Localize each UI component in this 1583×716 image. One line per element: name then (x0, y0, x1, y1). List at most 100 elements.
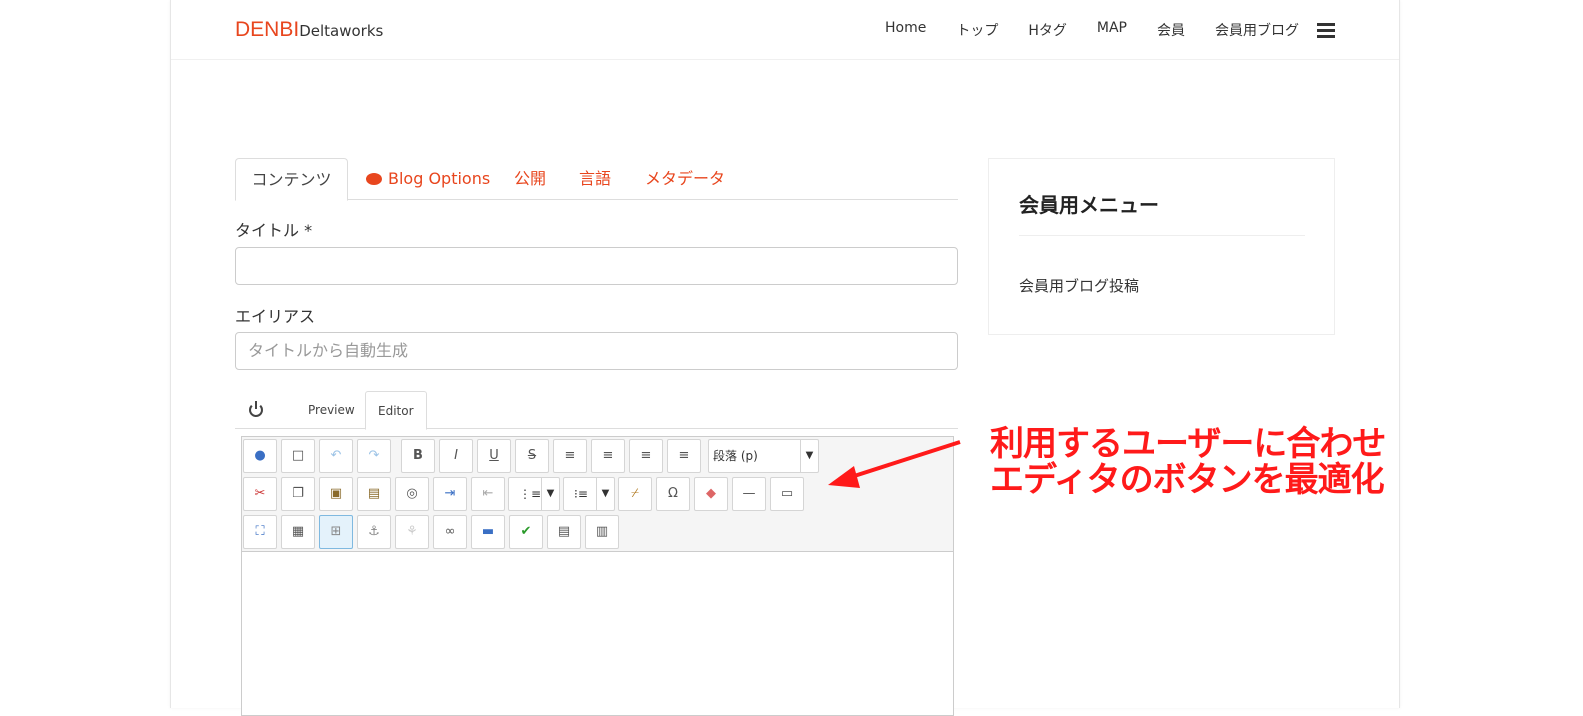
undo-icon: ↶ (330, 448, 342, 463)
ordered-list-button[interactable]: ⋮≡ ▼ (508, 477, 560, 511)
cut-button[interactable]: ✂ (243, 477, 277, 511)
clear-format-button[interactable]: ⌿ (618, 477, 652, 511)
align-right-button[interactable]: ≡ (667, 439, 701, 473)
chevron-down-icon: ▼ (596, 478, 614, 510)
find-button[interactable]: ◎ (395, 477, 429, 511)
fullscreen-button[interactable]: ⛶ (243, 515, 277, 549)
unlink-icon: ⚘ (406, 524, 418, 539)
omega-icon: Ω (668, 486, 678, 501)
italic-button[interactable]: I (439, 439, 473, 473)
editor-tabs: Preview Editor (235, 391, 958, 430)
new-document-button[interactable]: □ (281, 439, 315, 473)
tab-metadata[interactable]: メタデータ (645, 158, 725, 200)
bullet-list-icon: ⁝≡ (574, 487, 588, 501)
member-blog-post-link[interactable]: 会員用ブログ投稿 (1019, 275, 1139, 296)
ordered-list-icon: ⋮≡ (519, 487, 542, 501)
redo-icon: ↷ (368, 448, 380, 463)
nav-top[interactable]: トップ (956, 20, 998, 40)
bullet-list-button[interactable]: ⁝≡ ▼ (563, 477, 615, 511)
redo-button[interactable]: ↷ (357, 439, 391, 473)
paste-text-button[interactable]: ▤ (357, 477, 391, 511)
nav-home[interactable]: Home (885, 20, 926, 40)
justify-icon: ≡ (564, 448, 576, 463)
chevron-down-icon: ▼ (541, 478, 559, 510)
alias-label: エイリアス (235, 307, 316, 326)
copy-button[interactable]: ❐ (281, 477, 315, 511)
member-menu-panel: 会員用メニュー 会員用ブログ投稿 (988, 158, 1335, 335)
alias-input[interactable]: タイトルから自動生成 (235, 332, 958, 370)
eraser-button[interactable]: ◆ (694, 477, 728, 511)
undo-button[interactable]: ↶ (319, 439, 353, 473)
indent-button[interactable]: ⇥ (433, 477, 467, 511)
cut-icon: ✂ (254, 486, 266, 501)
template-icon: ▭ (780, 486, 794, 501)
tab-content[interactable]: コンテンツ (235, 158, 348, 201)
print-button[interactable]: ▦ (281, 515, 315, 549)
anchor-button[interactable]: ⚓ (357, 515, 391, 549)
underline-button[interactable]: U (477, 439, 511, 473)
page-container: DENBIDeltaworks Home トップ Hタグ MAP 会員 会員用ブ… (170, 0, 1400, 716)
underline-icon: U (489, 448, 499, 463)
table-button[interactable]: ▤ (547, 515, 581, 549)
template-button[interactable]: ▭ (770, 477, 804, 511)
format-select[interactable]: 段落 (p) ▼ (708, 439, 819, 473)
spellcheck-button[interactable]: ✔ (509, 515, 543, 549)
tab-blog-options[interactable]: Blog Options (366, 158, 490, 200)
annotation-line-2: エディタのボタンを最適化 (990, 460, 1385, 500)
fullscreen-icon: ⛶ (255, 524, 265, 539)
tab-language[interactable]: 言語 (579, 158, 611, 200)
align-center-button[interactable]: ≡ (591, 439, 625, 473)
member-menu-title: 会員用メニュー (1019, 193, 1159, 217)
align-left-button[interactable]: ≡ (629, 439, 663, 473)
title-label: タイトル * (235, 221, 313, 240)
nav-member[interactable]: 会員 (1157, 20, 1185, 40)
power-icon[interactable] (249, 401, 263, 417)
horizontal-rule-button[interactable]: — (732, 477, 766, 511)
nav-htag[interactable]: Hタグ (1028, 20, 1067, 40)
binoculars-icon: ◎ (406, 486, 418, 501)
tab-publish[interactable]: 公開 (514, 158, 546, 200)
format-select-value: 段落 (p) (713, 449, 758, 463)
tab-preview[interactable]: Preview (308, 391, 355, 429)
justify-button[interactable]: ≡ (553, 439, 587, 473)
annotation-arrow-icon (828, 440, 961, 488)
new-document-icon: □ (291, 448, 305, 463)
title-input[interactable] (235, 247, 958, 285)
content-tabs: コンテンツ Blog Options 公開 言語 メタデータ (235, 158, 958, 201)
chevron-down-icon: ▼ (800, 440, 818, 472)
unlink-button[interactable]: ⚘ (395, 515, 429, 549)
align-left-icon: ≡ (640, 448, 652, 463)
paste-icon: ▣ (329, 486, 343, 501)
help-button[interactable]: ● (243, 439, 277, 473)
divider (1019, 235, 1305, 236)
nav-map[interactable]: MAP (1097, 20, 1127, 40)
comment-icon (366, 172, 382, 185)
navbar: DENBIDeltaworks Home トップ Hタグ MAP 会員 会員用ブ… (171, 0, 1399, 60)
tab-blog-options-label: Blog Options (388, 169, 491, 188)
hamburger-menu-icon[interactable] (1317, 23, 1335, 38)
strikethrough-icon: S (527, 448, 537, 463)
brand-logo[interactable]: DENBIDeltaworks (235, 18, 383, 42)
link-button[interactable]: ∞ (433, 515, 467, 549)
show-blocks-button[interactable]: ⊞ (319, 515, 353, 549)
paste-button[interactable]: ▣ (319, 477, 353, 511)
strikethrough-button[interactable]: S (515, 439, 549, 473)
nav-links: Home トップ Hタグ MAP 会員 会員用ブログ (855, 20, 1299, 40)
iframe-button[interactable]: ▥ (585, 515, 619, 549)
table-icon: ▤ (557, 524, 571, 539)
paste-text-icon: ▤ (367, 486, 381, 501)
outdent-button[interactable]: ⇤ (471, 477, 505, 511)
brand-sub: Deltaworks (299, 22, 384, 40)
align-right-icon: ≡ (678, 448, 690, 463)
bold-button[interactable]: B (401, 439, 435, 473)
annotation-text: 利用するユーザーに合わせ エディタのボタンを最適化 (990, 424, 1386, 500)
special-char-button[interactable]: Ω (656, 477, 690, 511)
image-button[interactable]: ▬ (471, 515, 505, 549)
eraser-icon: ◆ (706, 486, 716, 501)
annotation-line-1: 利用するユーザーに合わせ (990, 424, 1386, 464)
tab-editor[interactable]: Editor (365, 391, 427, 430)
brand-main: DENBI (235, 18, 300, 41)
nav-member-blog[interactable]: 会員用ブログ (1215, 20, 1299, 40)
iframe-icon: ▥ (595, 524, 609, 539)
italic-icon: I (454, 448, 458, 463)
